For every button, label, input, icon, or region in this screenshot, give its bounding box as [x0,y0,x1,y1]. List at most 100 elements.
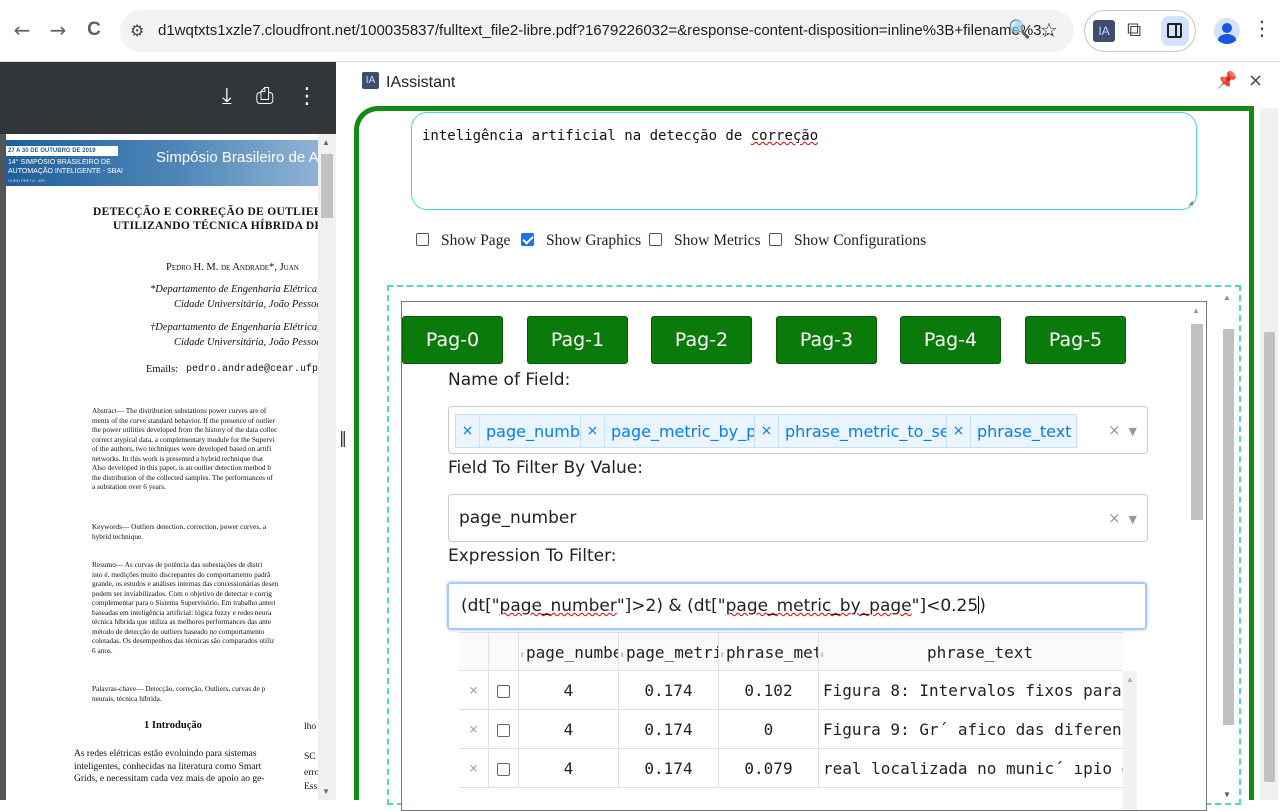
sort-icon[interactable]: ⬍ [719,650,725,661]
print-icon[interactable]: ⎙ [256,84,274,109]
intro-line: inteligentes, conhecidas na literatura c… [74,761,262,772]
profile-avatar[interactable] [1214,18,1240,44]
row-checkbox[interactable] [497,724,510,737]
resize-grip-icon[interactable]: ◢ [1188,198,1193,207]
graphics-scrollbar[interactable]: ▲ ▼ [1220,289,1236,803]
address-bar[interactable]: ⚙ d1wqtxts1xzle7.cloudfront.net/10003583… [120,10,1074,52]
pag-3-button[interactable]: Pag-3 [776,316,877,364]
name-of-field-multiselect[interactable]: × page_number × page_metric_by_page × phras… [448,406,1148,454]
scroll-thumb[interactable] [321,154,333,218]
extensions-puzzle-icon[interactable]: ⧉ [1127,17,1141,41]
browser-menu-icon[interactable]: ⋮ [1252,16,1272,40]
sort-icon[interactable]: ⬍ [819,650,825,661]
affiliation-2b: Cidade Universitária, João Pessoa [174,337,318,348]
sort-icon[interactable]: ⬍ [619,650,625,661]
remove-tag-icon[interactable]: × [947,415,971,447]
dropdown-arrow-icon[interactable]: ▼ [1129,513,1137,526]
pag-4-button[interactable]: Pag-4 [900,316,1001,364]
show-metrics-option[interactable]: Show Metrics [649,232,761,250]
panel-resize-handle[interactable]: ‖ [336,62,350,800]
query-text: inteligência artificial na detecção de [422,128,751,144]
scroll-down-arrow-icon[interactable]: ▼ [322,787,330,796]
forward-icon[interactable]: → [44,16,72,44]
remove-tag-icon[interactable]: × [755,415,779,447]
scroll-down-arrow-icon[interactable]: ▼ [1223,790,1231,799]
pag-5-button[interactable]: Pag-5 [1025,316,1126,364]
option-label: Show Configurations [794,232,927,249]
column-header[interactable]: ⬍page_numbe [519,633,619,672]
show-page-checkbox[interactable] [416,233,429,246]
intro-block: As redes elétricas estão evoluindo para … [74,748,264,786]
url-text[interactable]: d1wqtxts1xzle7.cloudfront.net/100035837/… [158,22,1054,39]
show-graphics-checkbox[interactable] [521,233,534,246]
table-scrollbar[interactable]: ▲ [1123,671,1137,810]
panel-scrollbar[interactable] [1260,108,1278,800]
more-options-icon[interactable]: ⋮ [296,84,318,109]
scroll-up-arrow-icon[interactable]: ▲ [1192,306,1200,315]
scroll-up-arrow-icon[interactable]: ▲ [1223,293,1231,302]
sort-icon[interactable]: ⬍ [519,650,525,661]
expr-part: "]>2) & (dt[" [616,596,726,616]
row-select-cell [489,749,519,788]
show-configurations-checkbox[interactable] [769,233,782,246]
resumo-line: complementar para o Sistema Supervisório… [92,598,276,607]
remove-tag-icon[interactable]: × [456,415,480,447]
filter-by-value-select[interactable]: page_number × ▼ [448,494,1148,542]
row-checkbox[interactable] [497,685,510,698]
site-settings-icon[interactable]: ⚙ [130,21,144,40]
reload-icon[interactable]: C [80,16,108,44]
query-textarea[interactable]: inteligência artificial na detecção de c… [411,112,1197,210]
show-graphics-option[interactable]: Show Graphics [521,232,641,250]
field-tag: × phrase_text [946,414,1078,448]
remove-row-icon[interactable]: × [459,749,489,788]
show-metrics-checkbox[interactable] [649,233,662,246]
pdf-scrollbar[interactable]: ▲ ▼ [318,134,336,800]
option-label: Show Metrics [674,232,761,249]
close-icon[interactable]: × [1248,70,1263,91]
row-checkbox[interactable] [497,763,510,776]
paper-title-1: DETECÇÃO E CORREÇÃO DE OUTLIERS [93,206,318,218]
resumo-line: 6 anos. [92,645,113,655]
scroll-thumb[interactable] [1223,329,1234,725]
expr-part: page_number [499,596,617,616]
clear-icon[interactable]: × [1108,421,1121,439]
clear-icon[interactable]: × [1108,509,1121,527]
table-cell: 0.079 [719,749,819,788]
remove-row-icon[interactable]: × [459,671,489,710]
drag-handle-icon[interactable]: ‖ [339,428,347,447]
abstract-line: of the authors, two techniques were deve… [92,444,272,453]
banner-title: Simpósio Brasileiro de Automação [156,149,318,166]
show-configurations-option[interactable]: Show Configurations [769,232,926,250]
pdf-toolbar: ⤓ ⎙ ⋮ [0,62,336,134]
pag-1-button[interactable]: Pag-1 [527,316,628,364]
column-header[interactable]: ⬍ phrase_text [819,633,1123,672]
banner-line-1: 14° SIMPÓSIO BRASILEIRO DE [8,159,111,166]
side-panel-icon[interactable] [1161,16,1189,46]
expression-label: Expression To Filter: [448,546,617,566]
scroll-up-arrow-icon[interactable]: ▲ [1126,675,1134,684]
download-icon[interactable]: ⤓ [222,84,232,109]
column-header[interactable]: ⬍phrase_met [719,633,819,672]
dropdown-arrow-icon[interactable]: ▼ [1129,425,1137,438]
column-header[interactable]: ⬍page_metri [619,633,719,672]
show-page-option[interactable]: Show Page [416,232,510,250]
scroll-thumb[interactable] [1191,324,1203,520]
remove-row-icon[interactable]: × [459,710,489,749]
pag-0-button[interactable]: Pag-0 [402,316,503,364]
scroll-up-arrow-icon[interactable]: ▲ [322,138,330,147]
back-icon[interactable]: ← [8,16,36,44]
pin-icon[interactable]: 📌 [1216,71,1237,91]
iframe-scrollbar[interactable]: ▲ [1188,302,1204,810]
pag-2-button[interactable]: Pag-2 [651,316,752,364]
palavras-block: Palavras-chave— Detecção, correção, Outl… [92,684,265,703]
palavras-line: Palavras-chave— Detecção, correção, Outl… [92,684,266,693]
scroll-thumb[interactable] [1264,332,1275,782]
iassistant-extension-icon[interactable]: IA [1093,20,1115,42]
intro-heading: 1 Introdução [144,720,202,731]
remove-tag-icon[interactable]: × [581,415,605,447]
zoom-icon[interactable]: 🔍 [1008,19,1030,40]
pdf-viewer: ⤓ ⎙ ⋮ 27 A 30 DE OUTUBRO DE 2019 14° SIM… [0,62,336,800]
option-label: Show Page [441,232,511,249]
expression-input[interactable]: (dt["page_number"]>2) & (dt["page_metric… [447,582,1147,630]
bookmark-star-icon[interactable]: ☆ [1040,18,1058,42]
